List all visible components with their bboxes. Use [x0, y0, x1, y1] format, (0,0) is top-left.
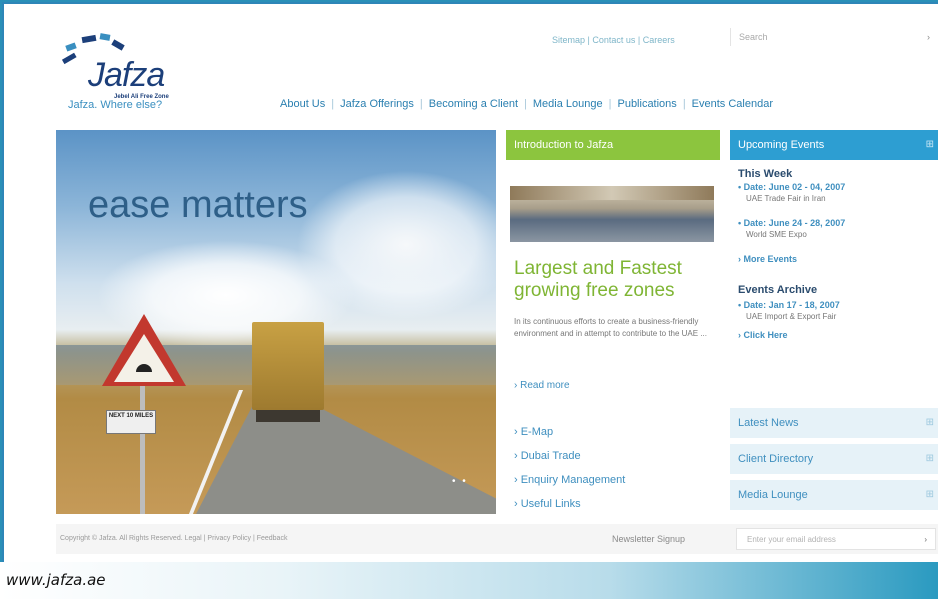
- this-week-heading: This Week: [738, 168, 793, 180]
- web-page: Jafza Jebel Ali Free Zone Jafza. Where e…: [2, 2, 938, 562]
- nav-item-events-calendar[interactable]: Events Calendar: [692, 98, 773, 110]
- nav-separator: |: [524, 98, 527, 110]
- intro-headline: Largest and Fastest growing free zones: [514, 258, 682, 301]
- hero-banner[interactable]: NEXT 10 MILES ease matters • •: [56, 130, 496, 514]
- quick-link-enquiry-management[interactable]: › Enquiry Management: [514, 468, 625, 492]
- hero-hay-truck: [252, 322, 324, 422]
- intro-header-bar[interactable]: Introduction to Jafza: [506, 130, 720, 160]
- nav-separator: |: [419, 98, 423, 110]
- hero-pager[interactable]: • •: [452, 476, 468, 487]
- event-date[interactable]: • Date: June 24 - 28, 2007: [738, 218, 845, 228]
- logo-wordmark: Jafza: [88, 56, 165, 94]
- quick-links: › E-Map › Dubai Trade › Enquiry Manageme…: [514, 420, 625, 516]
- latest-news-label: Latest News: [738, 417, 799, 429]
- quick-link-e-map[interactable]: › E-Map: [514, 420, 625, 444]
- archive-event-name: UAE Import & Export Fair: [746, 312, 837, 321]
- expand-icon[interactable]: ⊞: [926, 480, 934, 510]
- upcoming-events-bar[interactable]: Upcoming Events ⊞: [730, 130, 938, 160]
- event-name: World SME Expo: [746, 230, 807, 239]
- intro-blurb: In its continuous efforts to create a bu…: [514, 317, 707, 338]
- main-nav: About Us | Jafza Offerings | Becoming a Clie…: [280, 98, 773, 110]
- copyright-text: Copyright © Jafza. All Rights Reserved. …: [60, 535, 288, 542]
- expand-icon[interactable]: ⊞: [926, 130, 934, 160]
- search-input[interactable]: Search ›: [730, 28, 930, 46]
- archive-event-date[interactable]: • Date: Jan 17 - 18, 2007: [738, 300, 840, 310]
- click-here-link[interactable]: › Click Here: [738, 330, 788, 340]
- quick-link-useful-links[interactable]: › Useful Links: [514, 492, 625, 516]
- latest-news-box[interactable]: Latest News ⊞: [730, 408, 938, 438]
- site-tagline: Jafza. Where else?: [68, 99, 163, 111]
- client-directory-label: Client Directory: [738, 453, 814, 465]
- more-events-link[interactable]: › More Events: [738, 254, 797, 264]
- nav-item-media-lounge[interactable]: Media Lounge: [533, 98, 603, 110]
- media-lounge-label: Media Lounge: [738, 489, 808, 501]
- submit-arrow-icon[interactable]: ›: [924, 529, 927, 551]
- newsletter-label: Newsletter Signup: [612, 534, 686, 544]
- intro-column: Introduction to Jafza Largest and Fastes…: [506, 130, 720, 514]
- event-date[interactable]: • Date: June 02 - 04, 2007: [738, 182, 845, 192]
- expand-icon[interactable]: ⊞: [926, 408, 934, 438]
- search-go-icon[interactable]: ›: [927, 28, 930, 46]
- utility-links[interactable]: Sitemap | Contact us | Careers: [552, 35, 675, 45]
- sign-pole: [140, 380, 145, 514]
- hero-road: [196, 380, 496, 514]
- page-footer: Copyright © Jafza. All Rights Reserved. …: [56, 524, 938, 554]
- sign-plate: NEXT 10 MILES: [106, 410, 156, 434]
- client-directory-box[interactable]: Client Directory ⊞: [730, 444, 938, 474]
- hero-headline: ease matters: [88, 184, 308, 226]
- events-column: Upcoming Events ⊞ This Week • Date: June…: [730, 130, 938, 514]
- event-name: UAE Trade Fair in Iran: [746, 194, 826, 203]
- screenshot-frame: Jafza Jebel Ali Free Zone Jafza. Where e…: [0, 0, 938, 599]
- nav-item-jafza-offerings[interactable]: Jafza Offerings: [340, 98, 414, 110]
- nav-item-publications[interactable]: Publications: [617, 98, 676, 110]
- nav-item-about-us[interactable]: About Us: [280, 98, 325, 110]
- nav-separator: |: [608, 98, 612, 110]
- intro-photo: [510, 186, 714, 242]
- warning-sign-inner: [114, 334, 174, 382]
- nav-item-becoming-a-client[interactable]: Becoming a Client: [429, 98, 518, 110]
- read-more-link[interactable]: › Read more: [514, 380, 570, 391]
- caption-bar: www.jafza.ae: [0, 562, 938, 599]
- site-url-caption: www.jafza.ae: [6, 571, 106, 589]
- upcoming-events-title: Upcoming Events: [738, 139, 825, 151]
- nav-separator: |: [331, 98, 335, 110]
- newsletter-email-input[interactable]: Enter your email address ›: [736, 528, 936, 550]
- nav-separator: |: [682, 98, 686, 110]
- expand-icon[interactable]: ⊞: [926, 444, 934, 474]
- quick-link-dubai-trade[interactable]: › Dubai Trade: [514, 444, 625, 468]
- events-archive-heading: Events Archive: [738, 284, 818, 296]
- search-placeholder: Search: [739, 32, 768, 42]
- email-placeholder: Enter your email address: [747, 535, 836, 544]
- media-lounge-box[interactable]: Media Lounge ⊞: [730, 480, 938, 510]
